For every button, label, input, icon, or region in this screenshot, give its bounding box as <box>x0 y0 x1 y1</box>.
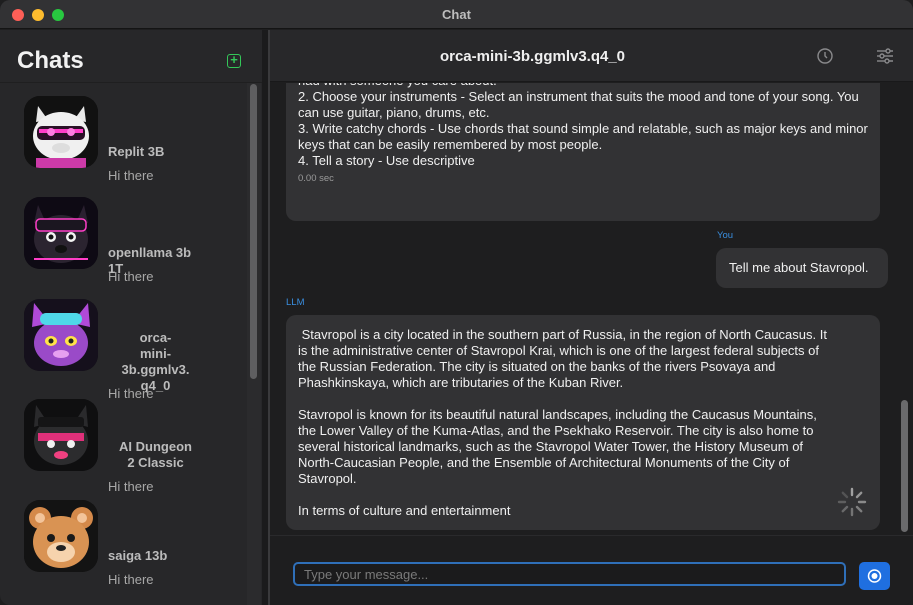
llm-message-bubble: Stavropol is a city located in the south… <box>286 315 880 530</box>
chat-name: saiga 13b <box>108 548 168 563</box>
avatar <box>24 96 98 168</box>
chat-list: Replit 3B Hi there openllama 3b 1T Hi th… <box>0 83 262 605</box>
sliders-icon <box>877 48 893 64</box>
new-chat-button[interactable]: + <box>227 52 241 68</box>
ninja-cat-avatar-icon <box>24 399 98 471</box>
message-list: had with someone you care about. 2. Choo… <box>270 83 913 562</box>
message-text: Tell me about Stavropol. <box>729 260 869 275</box>
neon-bear-avatar-icon <box>24 197 98 269</box>
plus-square-icon: + <box>230 52 238 67</box>
sidebar-scrollbar-thumb[interactable] <box>250 84 257 379</box>
message-text: Stavropol is a city located in the south… <box>298 327 827 518</box>
stop-circle-icon <box>867 569 882 583</box>
chat-item-saiga[interactable]: saiga 13b Hi there <box>0 487 245 587</box>
chat-item-openllama[interactable]: openllama 3b 1T Hi there <box>0 184 245 284</box>
chat-item-orca-mini[interactable]: orca- mini-3b.ggmlv3. q4_0 Hi there <box>0 286 245 401</box>
chat-item-replit-3b[interactable]: Replit 3B Hi there <box>0 83 245 183</box>
sidebar: Chats + Replit 3B Hi there openllama 3b … <box>0 30 262 605</box>
app-window: Chat Chats + Replit 3B Hi there openllam… <box>0 0 913 605</box>
chat-preview: Hi there <box>108 168 154 183</box>
message-time: 0.00 sec <box>298 173 334 184</box>
model-title: orca-mini-3b.ggmlv3.q4_0 <box>439 48 626 65</box>
chat-panel: orca-mini-3b.ggmlv3.q4_0 2. Choose your … <box>270 30 913 605</box>
reload-icon <box>817 48 833 64</box>
avatar <box>24 299 98 371</box>
purple-creature-avatar-icon <box>24 299 98 371</box>
window-title: Chat <box>442 7 471 22</box>
role-label-you: You <box>717 230 734 241</box>
chat-preview: Hi there <box>108 269 154 284</box>
robot-cat-avatar-icon <box>24 96 98 168</box>
chat-name: Replit 3B <box>108 144 165 159</box>
title-bar: Chat <box>0 0 913 29</box>
user-message-bubble: Tell me about Stavropol. <box>716 248 888 288</box>
llm-message-bubble: had with someone you care about. 2. Choo… <box>286 83 880 221</box>
chat-item-ai-dungeon[interactable]: AI Dungeon 2 Classic Hi there <box>0 386 245 494</box>
avatar <box>24 197 98 269</box>
avatar <box>24 399 98 471</box>
message-text: had with someone you care about. 2. Choo… <box>298 83 868 168</box>
reload-button[interactable] <box>815 46 835 66</box>
message-input[interactable] <box>293 562 846 586</box>
settings-button[interactable] <box>875 46 895 66</box>
chat-header: orca-mini-3b.ggmlv3.q4_0 <box>270 30 913 82</box>
messages-scrollbar-thumb[interactable] <box>901 400 908 532</box>
composer <box>270 535 913 605</box>
avatar <box>24 500 98 572</box>
stop-generation-button[interactable] <box>859 562 890 590</box>
role-label-llm: LLM <box>286 297 305 308</box>
chat-name: AI Dungeon 2 Classic <box>119 439 192 470</box>
chat-name: orca- mini-3b.ggmlv3. q4_0 <box>121 330 190 393</box>
spinner-icon <box>837 487 867 517</box>
chat-preview: Hi there <box>108 572 154 587</box>
teddy-bear-avatar-icon <box>24 500 98 572</box>
sidebar-title: Chats <box>17 47 84 74</box>
